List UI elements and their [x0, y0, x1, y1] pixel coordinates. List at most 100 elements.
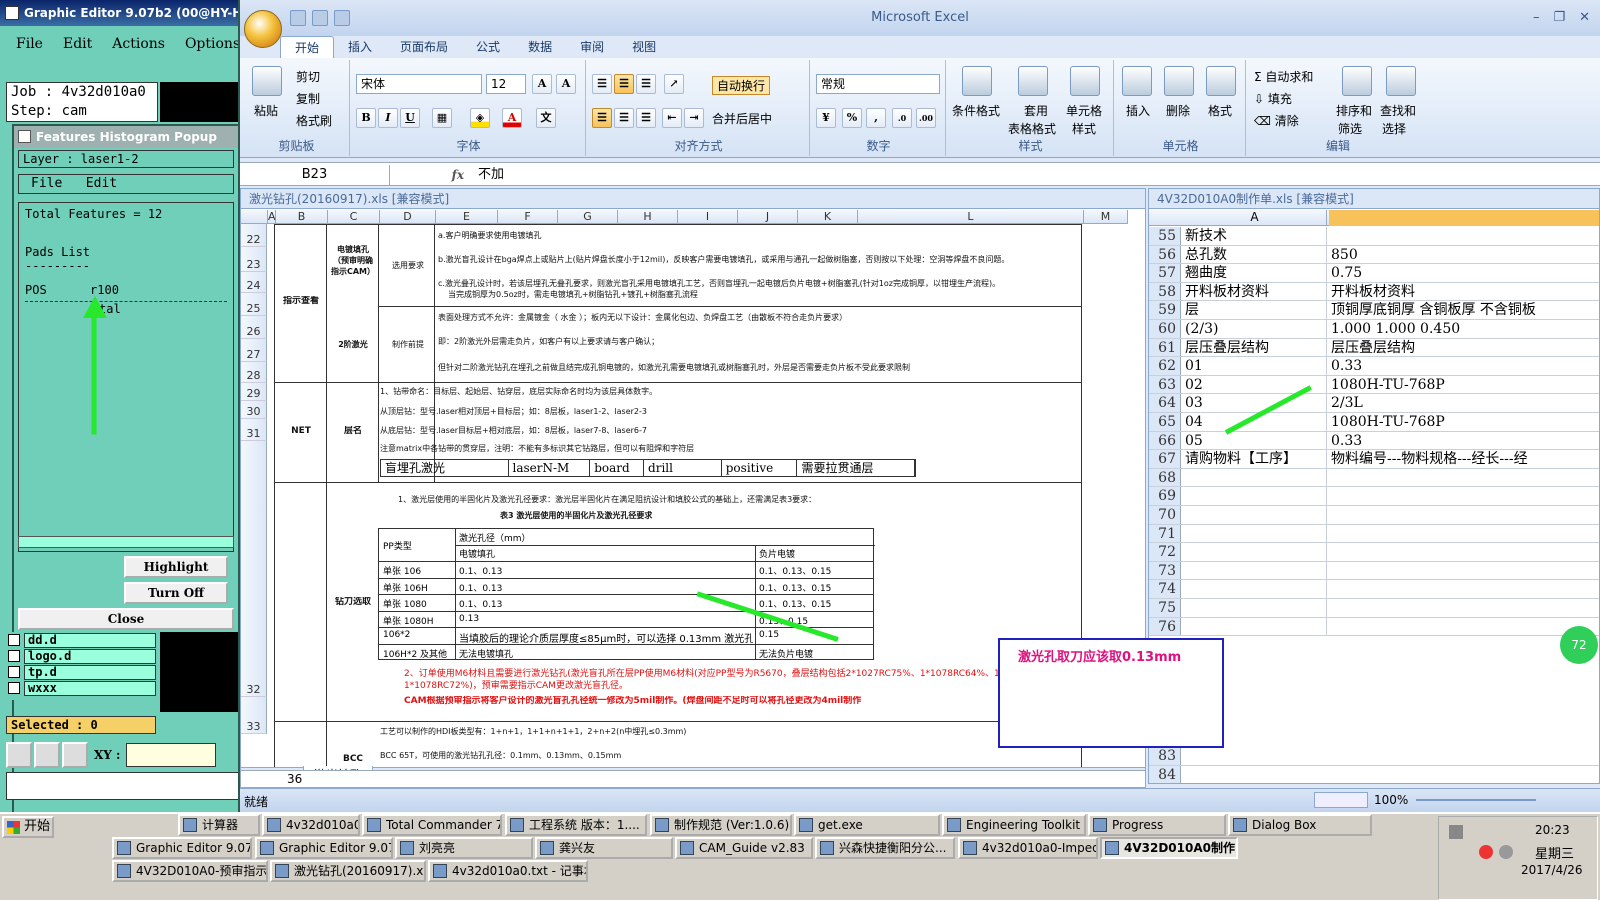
percent-icon[interactable]: % — [842, 108, 862, 128]
cell-b[interactable]: 物料编号---物料规格---经长---经 — [1329, 450, 1599, 468]
editor-canvas-lower[interactable] — [160, 632, 238, 712]
row-number[interactable]: 75 — [1149, 599, 1181, 617]
sheet-row[interactable]: 71 — [1149, 524, 1599, 544]
column-header[interactable]: I — [678, 210, 738, 224]
row-header[interactable]: 23 — [241, 247, 267, 272]
row-number[interactable]: 61 — [1149, 338, 1181, 357]
row-header[interactable]: 28 — [241, 362, 267, 383]
row-header[interactable]: 27 — [241, 339, 267, 362]
layer-checkbox[interactable] — [8, 650, 20, 662]
sheet-row[interactable]: 62 01 0.33 — [1149, 357, 1599, 376]
column-header[interactable]: K — [798, 210, 858, 224]
popup-menu-edit[interactable]: Edit — [86, 176, 117, 191]
number-format-select[interactable]: 常规 — [816, 74, 940, 94]
taskbar-button[interactable]: Dialog Box — [1228, 814, 1372, 836]
sheet-row[interactable]: 67 请购物料【工序】 物料编号---物料规格---经长---经 — [1149, 450, 1599, 469]
cell-b[interactable] — [1329, 543, 1599, 561]
fill-color-icon[interactable]: ◈ — [470, 108, 490, 128]
turn-off-button[interactable]: Turn Off — [124, 582, 228, 604]
row-number[interactable]: 71 — [1149, 524, 1181, 543]
taskbar-button[interactable]: 4v32d010a0.txt - 记事本 — [428, 860, 588, 882]
sheet-row[interactable]: 73 — [1149, 561, 1599, 581]
column-header[interactable]: D — [380, 210, 436, 224]
formula-input[interactable]: 不加 — [478, 165, 504, 185]
row-header[interactable]: 31 — [241, 419, 267, 441]
decrease-indent-icon[interactable]: ⇤ — [662, 108, 682, 128]
xy-input[interactable] — [126, 743, 217, 767]
cell-b[interactable]: 开料板材资料 — [1329, 283, 1599, 301]
copy-button[interactable]: 复制 — [296, 90, 320, 107]
fx-icon[interactable]: fx — [400, 165, 470, 185]
taskbar-button[interactable]: 4V32D010A0制作... — [1100, 837, 1238, 859]
column-header[interactable]: M — [1084, 210, 1128, 224]
cell-a[interactable]: 开料板材资料 — [1183, 282, 1327, 301]
cell-a[interactable] — [1183, 524, 1327, 543]
grow-font-icon[interactable]: A — [532, 74, 552, 94]
row-number[interactable]: 70 — [1149, 506, 1181, 524]
tab-data[interactable]: 数据 — [514, 36, 566, 58]
font-color-icon[interactable]: A — [502, 108, 522, 128]
column-header[interactable]: L — [858, 210, 1084, 224]
phonetic-icon[interactable]: 文 — [536, 108, 556, 128]
row-header[interactable]: 29 — [241, 383, 267, 401]
row-number[interactable]: 66 — [1149, 431, 1181, 450]
delete-cells-icon[interactable] — [1164, 66, 1194, 96]
restore-icon[interactable]: ❐ — [1553, 10, 1565, 25]
row-number[interactable]: 72 — [1149, 543, 1181, 561]
align-top-icon[interactable]: ☰ — [592, 74, 612, 94]
cell-b[interactable]: 0.75 — [1329, 264, 1599, 282]
cell-b[interactable] — [1329, 525, 1599, 543]
taskbar-button[interactable]: 计算器 — [178, 814, 260, 836]
italic-icon[interactable]: I — [378, 108, 398, 128]
cell-a[interactable]: 层压叠层结构 — [1183, 338, 1327, 357]
sheet-row[interactable]: 60 (2/3) 1.000 1.000 0.450 — [1149, 320, 1599, 339]
conditional-format-icon[interactable] — [962, 66, 992, 96]
row-number[interactable]: 58 — [1149, 282, 1181, 301]
tab-formulas[interactable]: 公式 — [462, 36, 514, 58]
table-format-button[interactable]: 套用 — [1024, 102, 1048, 119]
row-number[interactable]: 63 — [1149, 375, 1181, 394]
clock-time[interactable]: 20:23 — [1535, 823, 1570, 837]
cell-a[interactable] — [1183, 599, 1327, 617]
cell-b[interactable] — [1329, 469, 1599, 487]
workbook-title[interactable]: 激光钻孔(20160917).xls [兼容模式] — [241, 189, 1145, 209]
layer-row[interactable]: dd.d — [8, 632, 156, 648]
row-header[interactable]: 33 — [241, 697, 267, 734]
close-button[interactable]: Close — [18, 608, 234, 630]
sheet-row[interactable]: 76 — [1149, 617, 1599, 637]
antivirus-icon[interactable] — [1479, 845, 1493, 859]
grid-tool-icon[interactable] — [62, 742, 88, 768]
sheet-row[interactable]: 57 翘曲度 0.75 — [1149, 264, 1599, 283]
cell-a[interactable] — [1183, 543, 1327, 561]
column-header[interactable]: G — [558, 210, 618, 224]
sheet-row[interactable]: 83 — [1149, 747, 1599, 766]
decrease-decimal-icon[interactable]: .00 — [916, 108, 936, 128]
insert-cells-button[interactable]: 插入 — [1126, 102, 1150, 119]
row-header[interactable]: 22 — [241, 224, 267, 247]
taskbar-button[interactable]: 龚兴友 — [535, 837, 673, 859]
row-header[interactable]: 26 — [241, 316, 267, 339]
increase-indent-icon[interactable]: ⇥ — [684, 108, 704, 128]
zoom-tool-icon[interactable] — [6, 742, 32, 768]
sort-filter-button-2[interactable]: 筛选 — [1338, 120, 1362, 137]
cell-a[interactable]: 翘曲度 — [1183, 264, 1327, 282]
cell-styles-button[interactable]: 单元格 — [1066, 102, 1102, 119]
row-number[interactable]: 55 — [1149, 227, 1181, 245]
autosum-button[interactable]: Σ 自动求和 — [1254, 68, 1313, 85]
tab-home[interactable]: 开始 — [280, 36, 335, 58]
taskbar-button[interactable]: Graphic Editor 9.07b... — [112, 837, 252, 859]
column-header[interactable]: A — [268, 210, 276, 224]
taskbar-button[interactable]: Total Commander 7.0 ... — [362, 814, 502, 836]
taskbar-button[interactable]: 工程系统 版本：1.... — [505, 814, 647, 836]
cut-button[interactable]: 剪切 — [296, 68, 320, 85]
table-format-icon[interactable] — [1018, 66, 1048, 96]
measure-tool-icon[interactable] — [34, 742, 60, 768]
cell-b[interactable]: 1080H-TU-768P — [1329, 413, 1599, 431]
layer-checkbox[interactable] — [8, 682, 20, 694]
features-list[interactable]: Total Features = 12 Pads List --------- … — [18, 202, 234, 552]
cell-a[interactable] — [1183, 468, 1327, 487]
delete-cells-button[interactable]: 删除 — [1166, 102, 1190, 119]
paste-icon[interactable] — [252, 66, 282, 96]
cell-styles-button-2[interactable]: 样式 — [1072, 120, 1096, 137]
volume-icon[interactable] — [1499, 845, 1513, 859]
